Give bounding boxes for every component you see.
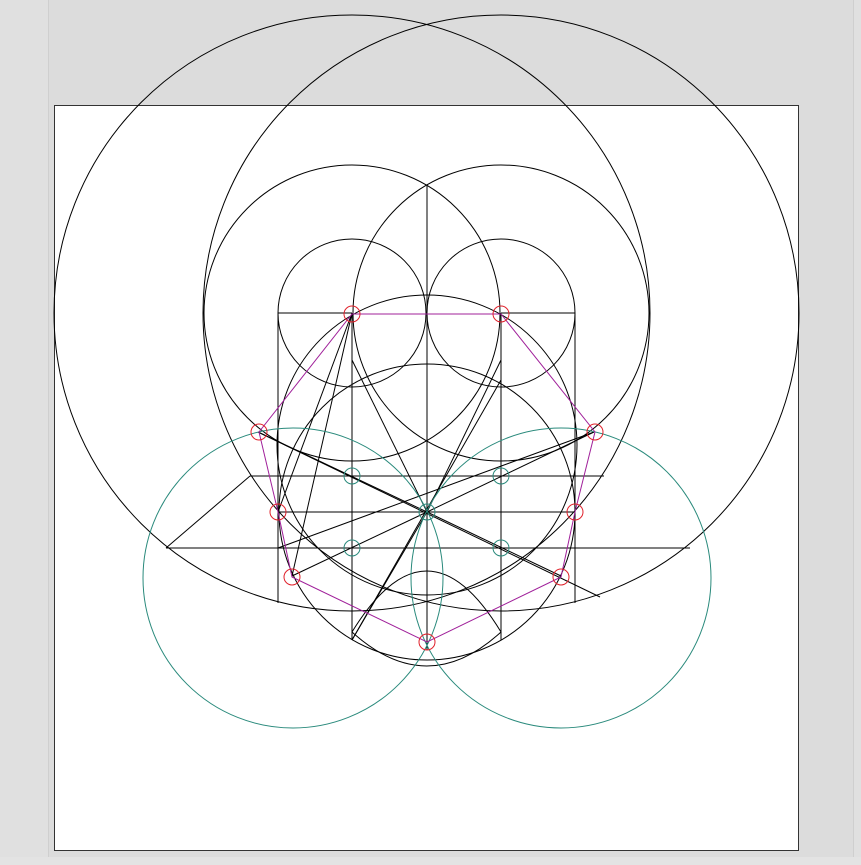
center-ray-top-right: [426, 359, 502, 513]
left-steep-line: [277, 312, 353, 513]
center-ray-upper-right: [426, 431, 595, 513]
construction-lines: [53, 14, 800, 667]
center-ray-upper-left: [257, 431, 428, 513]
center-ray-top-left: [351, 359, 428, 513]
long-diagonal-up-line: [277, 431, 595, 549]
workspace: [0, 0, 861, 865]
geometric-construction[interactable]: [0, 0, 861, 865]
left-slant-line: [165, 475, 251, 549]
